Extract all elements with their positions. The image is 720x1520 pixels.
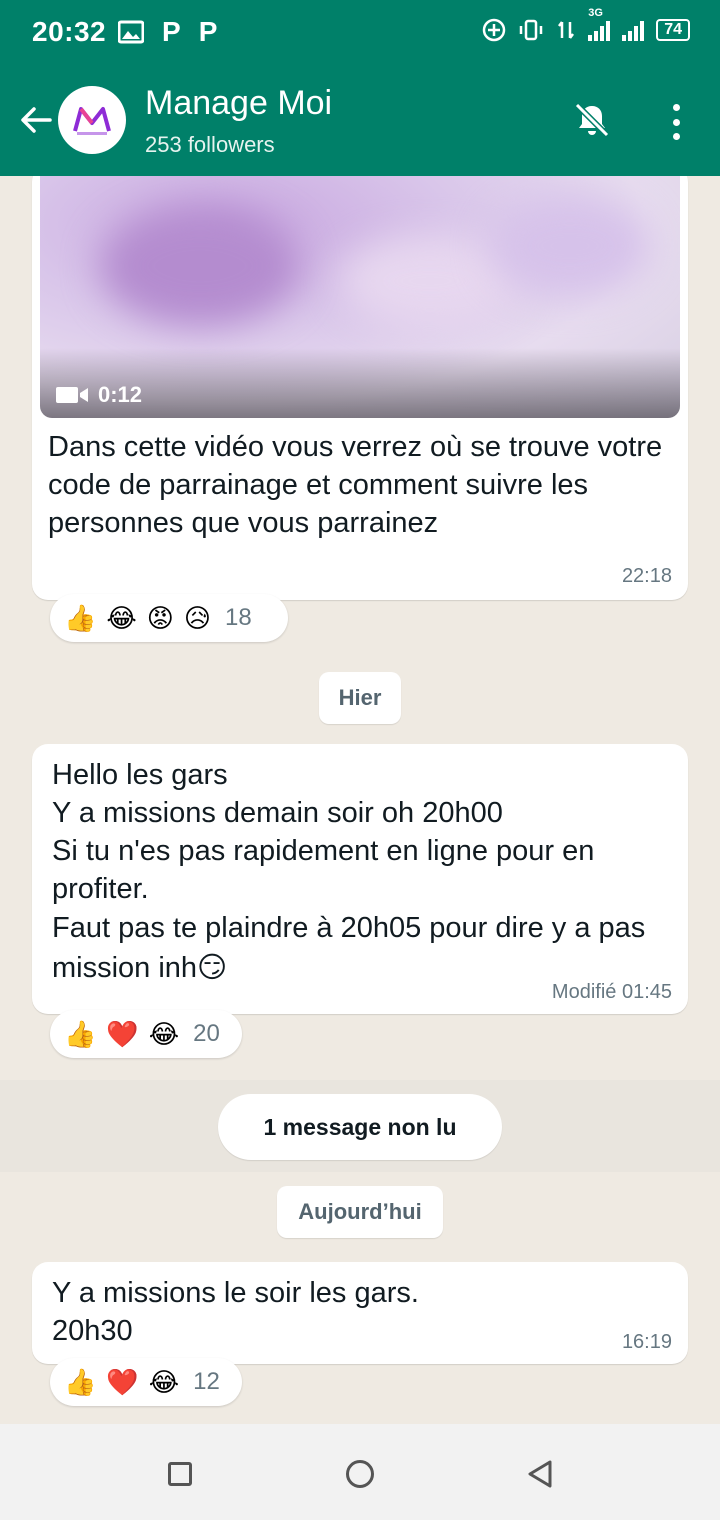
angry-face-icon: 😡 xyxy=(146,602,174,633)
channel-avatar[interactable] xyxy=(58,86,126,154)
heart-icon: ❤️ xyxy=(106,1018,139,1049)
vibrate-icon xyxy=(519,19,543,41)
video-duration: 0:12 xyxy=(98,382,143,407)
unread-messages-pill: 1 message non lu xyxy=(218,1094,502,1160)
chat-header: Manage Moi 253 followers xyxy=(0,70,720,176)
laughing-icon: 😂 xyxy=(148,1018,180,1049)
data-transfer-icon xyxy=(558,21,575,39)
message-time: Modifié 01:45 xyxy=(551,981,672,1003)
circle-icon xyxy=(346,1460,374,1488)
reaction-count: 18 xyxy=(224,604,252,631)
network-type: 3G xyxy=(588,7,603,19)
gallery-icon xyxy=(118,20,144,44)
triangle-back-icon xyxy=(528,1460,552,1488)
mute-button[interactable] xyxy=(570,98,614,142)
reactions-bar[interactable]: 👍 ❤️ 😂 20 xyxy=(50,1010,242,1058)
video-thumbnail[interactable]: 0:12 xyxy=(40,176,680,418)
square-icon xyxy=(168,1462,192,1486)
thumbs-up-icon: 👍 xyxy=(64,602,97,633)
reactions-bar[interactable]: 👍 ❤️ 😂 12 xyxy=(50,1358,242,1406)
message-time: 22:18 xyxy=(621,565,672,587)
channel-title[interactable]: Manage Moi xyxy=(145,84,332,123)
crying-face-icon: 😥 xyxy=(183,602,211,633)
p-icon: P xyxy=(162,16,181,47)
unread-divider: 1 message non lu xyxy=(0,1080,720,1172)
laughing-icon: 😂 xyxy=(106,602,137,633)
home-button[interactable] xyxy=(340,1454,380,1494)
message-text: Hello les gars Y a missions demain soir … xyxy=(52,759,646,984)
reactions-bar[interactable]: 👍 😂 😡 😥 18 xyxy=(50,594,288,642)
followers-count: 253 followers xyxy=(145,132,275,157)
thumbs-up-icon: 👍 xyxy=(64,1366,97,1397)
more-options-button[interactable] xyxy=(660,100,692,144)
video-meta: 0:12 xyxy=(56,382,142,408)
status-left-icons: P P xyxy=(118,16,217,48)
battery-icon: 74 xyxy=(656,19,690,41)
message-bubble[interactable]: Hello les gars Y a missions demain soir … xyxy=(32,744,688,1014)
signal-icon xyxy=(622,19,645,41)
message-text: Y a missions le soir les gars. 20h30 xyxy=(52,1277,419,1347)
recent-apps-button[interactable] xyxy=(160,1454,200,1494)
more-vert-icon xyxy=(672,104,680,111)
back-arrow-icon xyxy=(21,107,52,133)
system-nav-bar xyxy=(0,1424,720,1520)
message-bubble[interactable]: Y a missions le soir les gars. 20h30 16:… xyxy=(32,1262,688,1364)
video-camera-icon xyxy=(56,387,88,403)
p-icon: P xyxy=(198,16,218,47)
back-button[interactable] xyxy=(14,98,58,142)
signal-3g-icon: 3G xyxy=(588,7,611,41)
manage-moi-logo-icon xyxy=(73,107,111,135)
status-right-icons: 3G 74 xyxy=(482,7,690,42)
message-text: Dans cette vidéo vous verrez où se trouv… xyxy=(48,431,663,539)
heart-icon: ❤️ xyxy=(106,1366,139,1397)
mute-bell-icon xyxy=(574,102,610,138)
message-bubble[interactable]: 0:12 Dans cette vidéo vous verrez où se … xyxy=(32,176,688,600)
laughing-icon: 😂 xyxy=(148,1366,180,1397)
thumbs-up-icon: 👍 xyxy=(64,1018,97,1049)
reaction-count: 20 xyxy=(193,1020,220,1047)
data-saver-icon xyxy=(482,18,506,42)
status-time: 20:32 xyxy=(32,16,107,47)
date-divider-today: Aujourd’hui xyxy=(277,1186,443,1238)
chat-area[interactable]: 0:12 Dans cette vidéo vous verrez où se … xyxy=(0,176,720,1424)
status-bar: 20:32 P P 3G 74 xyxy=(0,0,720,70)
reaction-count: 12 xyxy=(193,1368,220,1395)
message-time: 16:19 xyxy=(621,1331,672,1353)
date-divider-yesterday: Hier xyxy=(319,672,401,724)
nav-back-button[interactable] xyxy=(520,1454,560,1494)
